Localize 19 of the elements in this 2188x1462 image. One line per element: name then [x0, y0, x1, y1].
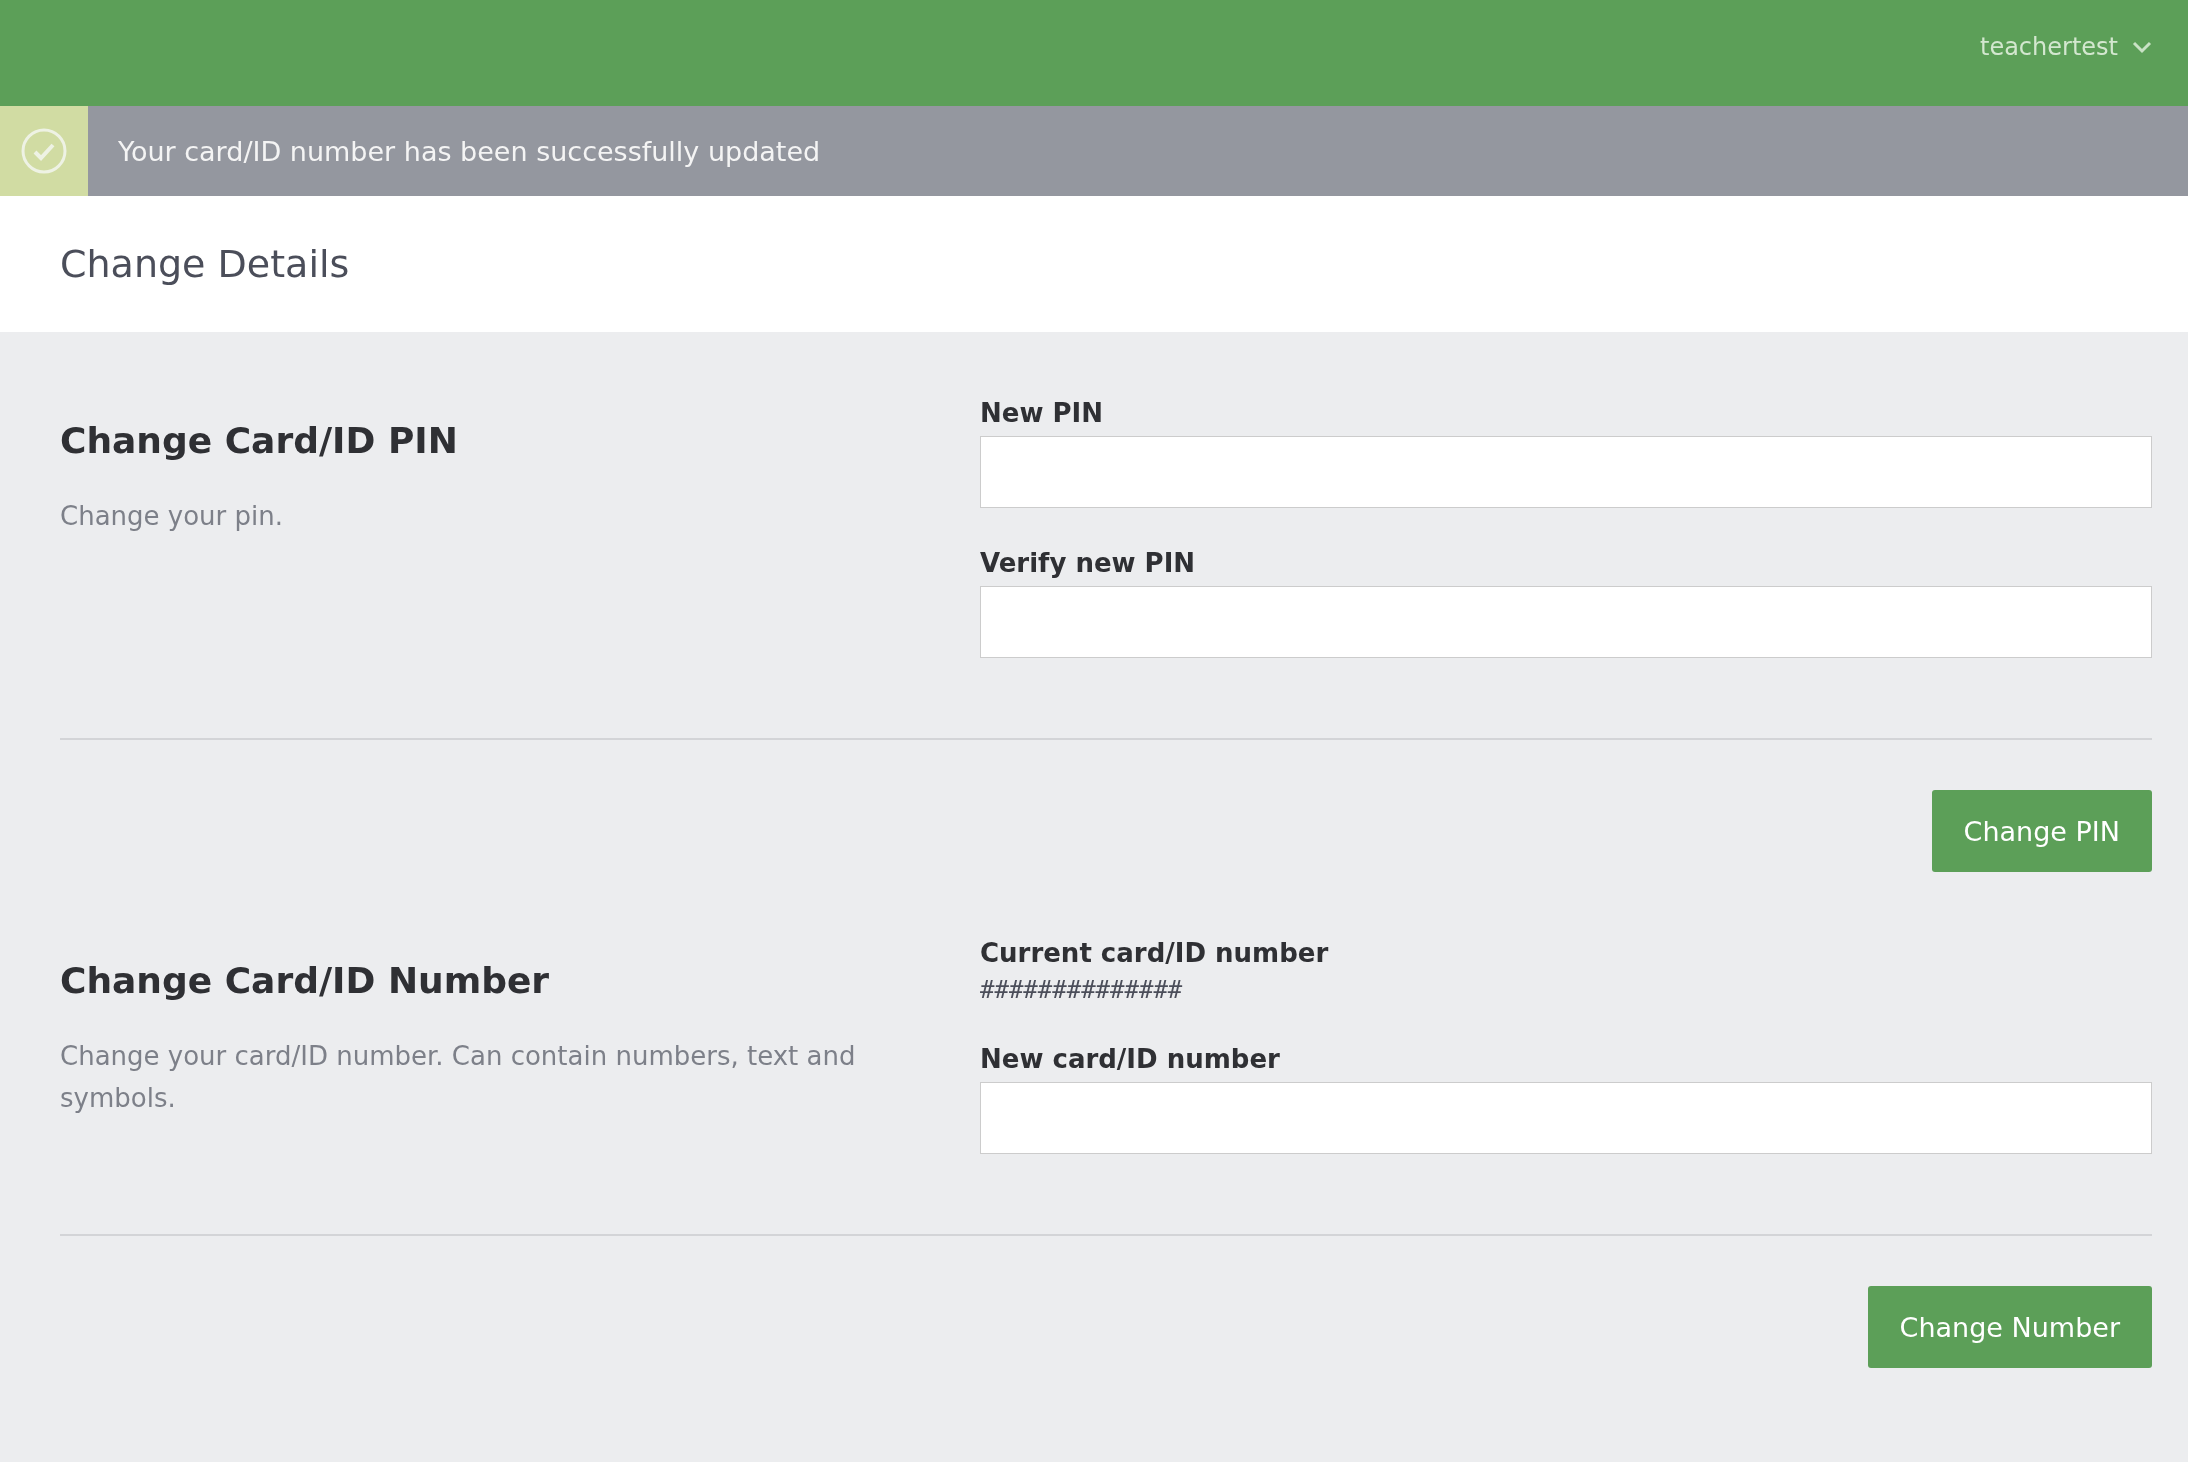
input-field[interactable]: [980, 436, 2152, 508]
check-circle-icon: [20, 127, 68, 175]
field-label: Current card/ID number: [980, 938, 1330, 968]
page-title: Change Details: [60, 242, 350, 286]
field-value: ##############: [980, 976, 1184, 1004]
section-description: Change your pin.: [60, 500, 284, 533]
user-menu[interactable]: teachertest: [1980, 33, 2152, 61]
field-label: Verify new PIN: [980, 548, 1197, 578]
chevron-down-icon: [2132, 40, 2152, 54]
section-title: Change Card/ID PIN: [60, 420, 459, 461]
section-title: Change Card/ID Number: [60, 960, 551, 1001]
section-description: Change your card/ID number. Can contain numbers, text and symbols.: [60, 1040, 857, 1115]
input-field[interactable]: [980, 1082, 2152, 1154]
input-field[interactable]: [980, 586, 2152, 658]
field-label: New card/ID number: [980, 1044, 1281, 1074]
success-message: Your card/ID number has been successfully updated: [118, 135, 821, 167]
field-label: New PIN: [980, 398, 1104, 428]
submit-button[interactable]: Change Number: [1867, 1286, 2152, 1368]
submit-button[interactable]: Change PIN: [1931, 790, 2152, 872]
